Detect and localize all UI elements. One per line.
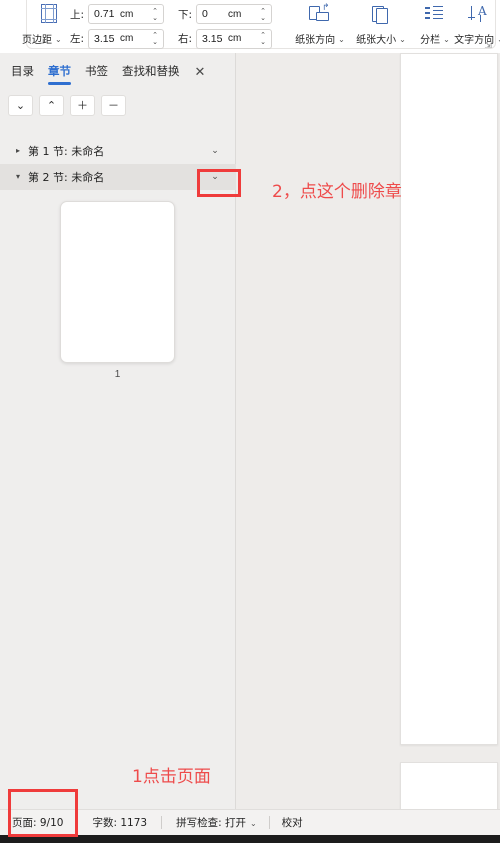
margin-left-unit: cm	[120, 33, 134, 44]
margin-top-input[interactable]: 0.71 cm ⌃ ⌄	[88, 4, 165, 24]
chevron-down-icon: ⌄	[399, 34, 406, 44]
page-margins-menu[interactable]: 页边距 ⌄	[22, 31, 62, 46]
section-toolbar: ⌄ ⌃ ＋ －	[8, 95, 126, 116]
close-icon[interactable]: ✕	[195, 66, 206, 79]
document-page-previous[interactable]	[400, 53, 498, 745]
page-thumbnail-number: 1	[114, 369, 121, 380]
status-divider	[161, 816, 163, 829]
margin-right-value: 3.15	[202, 32, 223, 45]
columns-label: 分栏	[420, 35, 441, 46]
chevron-down-icon: ⌄	[55, 34, 62, 44]
chevron-down-icon: ⌄	[443, 34, 450, 44]
margin-right-stepper[interactable]: ⌃ ⌄	[258, 30, 268, 48]
margin-bottom-input[interactable]: 0 cm ⌃ ⌄	[196, 4, 273, 24]
margin-right-label: 右:	[178, 33, 193, 45]
move-down-button[interactable]: ⌄	[8, 95, 33, 116]
ribbon-toolbar: 上: 0.71 cm ⌃ ⌄ 下: 0 cm ⌃ ⌄ ↱ A 页边距 ⌄ 左: …	[0, 0, 500, 53]
margin-bottom-unit: cm	[228, 8, 242, 20]
section-label-1: 第 1 节: 未命名	[28, 145, 105, 158]
paper-size-label: 纸张大小	[356, 35, 397, 46]
add-section-button[interactable]: ＋	[70, 95, 95, 116]
section-menu-icon-1[interactable]: ⌄	[204, 138, 226, 164]
page-margins-icon[interactable]	[38, 4, 60, 24]
page-thumbnail[interactable]	[60, 201, 175, 363]
margin-top-label: 上:	[70, 8, 85, 21]
page-margins-label: 页边距	[22, 35, 52, 46]
margin-left-value: 3.15	[94, 32, 115, 45]
text-direction-icon[interactable]: A	[466, 4, 492, 25]
margin-left-label: 左:	[70, 33, 85, 45]
annotation-box-section-menu	[197, 169, 241, 197]
move-up-button[interactable]: ⌃	[39, 95, 64, 116]
margin-right-input[interactable]: 3.15 cm ⌃ ⌄	[196, 28, 273, 49]
paper-size-menu[interactable]: 纸张大小 ⌄	[356, 31, 406, 46]
margin-bottom-value: 0	[202, 8, 208, 20]
tab-contents[interactable]: 目录	[10, 60, 35, 85]
paper-orientation-label: 纸张方向	[295, 35, 336, 46]
status-proofread[interactable]: 校对	[282, 815, 303, 830]
remove-section-button[interactable]: －	[101, 95, 126, 116]
status-word-count[interactable]: 字数: 1173	[92, 815, 147, 830]
ribbon-row-top: 上: 0.71 cm ⌃ ⌄ 下: 0 cm ⌃ ⌄ ↱ A	[0, 2, 500, 26]
annotation-step-2: 2，点这个删除章	[272, 182, 402, 202]
margin-top-stepper[interactable]: ⌃ ⌄	[150, 5, 160, 23]
document-canvas[interactable]	[236, 53, 500, 843]
annotation-step-1: 1点击页面	[132, 767, 211, 787]
paper-size-icon[interactable]	[368, 4, 394, 25]
margin-top-value: 0.71	[94, 8, 115, 20]
tab-bookmarks[interactable]: 书签	[84, 60, 109, 85]
status-divider	[268, 816, 270, 829]
columns-menu[interactable]: 分栏 ⌄	[420, 31, 450, 46]
margin-bottom-label: 下:	[178, 8, 193, 21]
dialog-launcher-icon[interactable]: ⇲	[484, 41, 492, 51]
margin-left-stepper[interactable]: ⌃ ⌄	[150, 30, 160, 48]
triangle-down-icon[interactable]: ▾	[16, 173, 28, 181]
annotation-box-page-indicator	[8, 789, 78, 837]
word-processor-window: 上: 0.71 cm ⌃ ⌄ 下: 0 cm ⌃ ⌄ ↱ A 页边距 ⌄ 左: …	[0, 0, 500, 843]
chevron-down-icon: ⌄	[249, 818, 257, 828]
triangle-right-icon[interactable]: ▸	[16, 147, 28, 155]
section-row-1[interactable]: ▸ 第 1 节: 未命名 ⌄	[0, 138, 236, 164]
paper-orientation-menu[interactable]: 纸张方向 ⌄	[295, 31, 345, 46]
paper-orientation-icon[interactable]: ↱	[307, 3, 333, 25]
ribbon-row-bottom: 页边距 ⌄ 左: 3.15 cm ⌃ ⌄ 右: 3.15 cm ⌃ ⌄ 纸张方向…	[0, 26, 500, 51]
text-direction-menu[interactable]: 文字方向 ⌄	[454, 31, 500, 46]
status-spellcheck[interactable]: 拼写检查: 打开 ⌄	[176, 815, 257, 830]
navigation-tabs: 目录 章节 书签 查找和替换 ✕	[0, 53, 236, 91]
tab-find-replace[interactable]: 查找和替换	[121, 60, 181, 85]
margin-right-unit: cm	[228, 33, 242, 44]
margin-left-input[interactable]: 3.15 cm ⌃ ⌄	[88, 28, 165, 49]
margin-top-unit: cm	[120, 8, 134, 20]
tab-sections[interactable]: 章节	[47, 60, 72, 85]
status-spellcheck-label: 拼写检查: 打开	[176, 817, 246, 829]
columns-icon[interactable]	[422, 4, 448, 25]
chevron-down-icon: ⌄	[338, 34, 345, 44]
section-label-2: 第 2 节: 未命名	[28, 171, 105, 184]
margin-bottom-stepper[interactable]: ⌃ ⌄	[258, 5, 268, 23]
